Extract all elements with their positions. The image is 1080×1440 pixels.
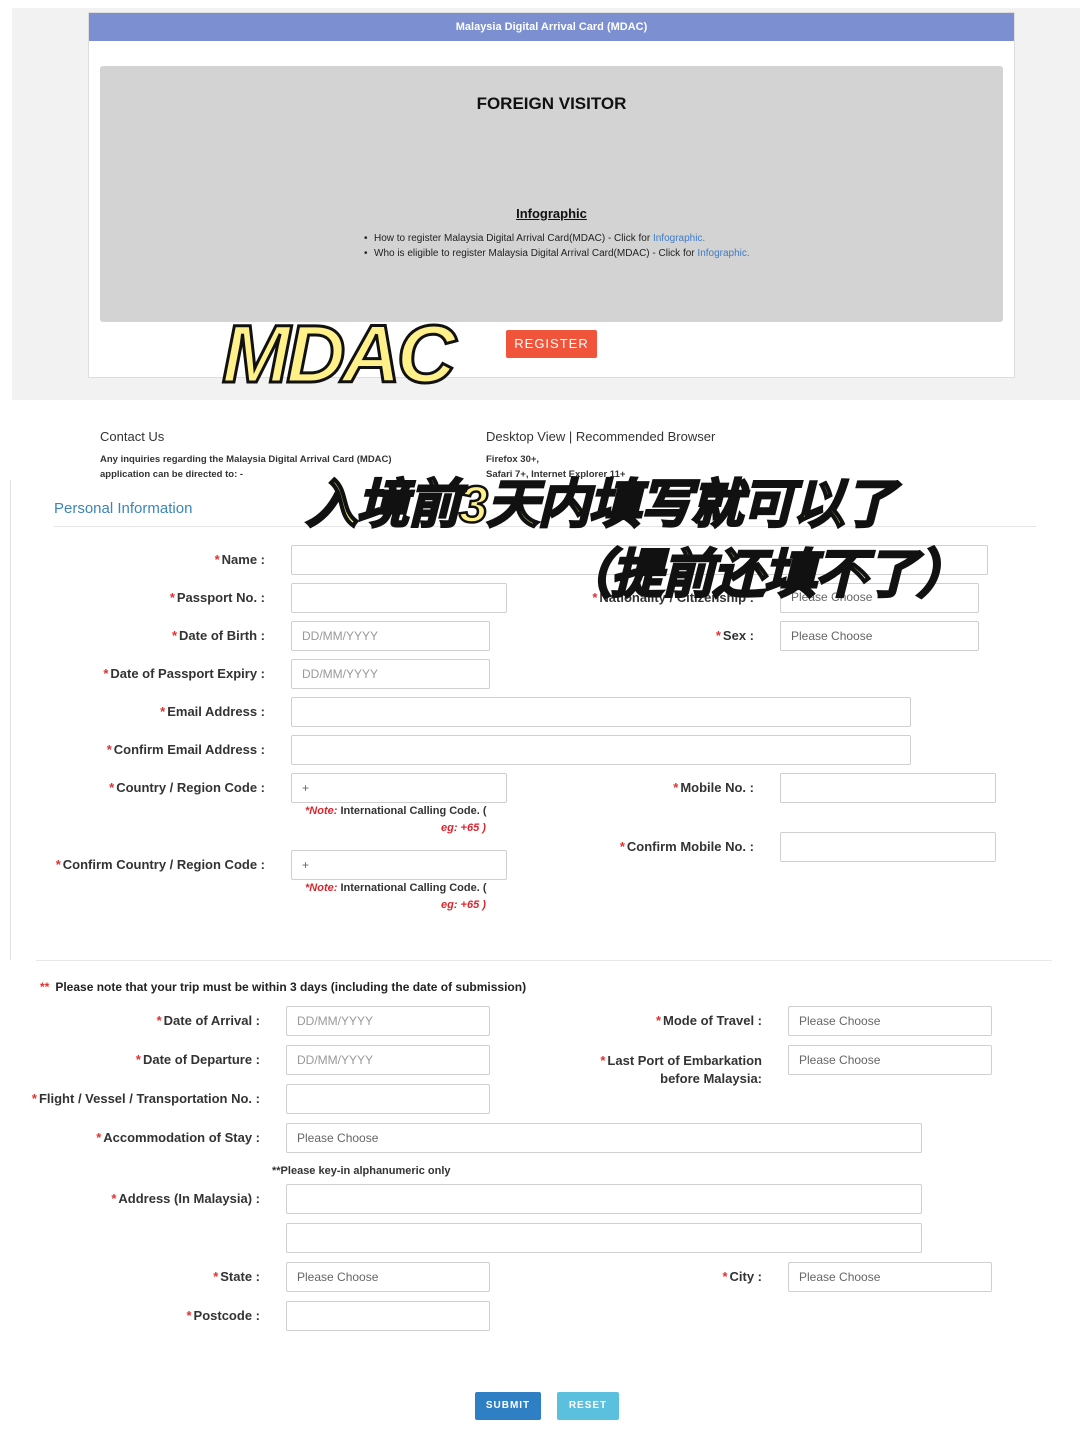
last-port-select[interactable]: Please Choose	[788, 1045, 992, 1075]
reset-button[interactable]: RESET	[557, 1392, 619, 1420]
last-port-label: * Last Port of Embarkation before Malaysi…	[600, 1053, 762, 1086]
divider	[36, 960, 1052, 961]
state-label: * State :	[213, 1269, 260, 1284]
sex-select[interactable]: Please Choose	[780, 621, 979, 651]
desktop-view-title: Desktop View | Recommended Browser	[486, 429, 716, 444]
alphanumeric-note: **Please key-in alphanumeric only	[272, 1165, 451, 1177]
departure-date-input[interactable]: DD/MM/YYYY	[286, 1045, 490, 1075]
register-button[interactable]: REGISTER	[506, 330, 597, 358]
contact-title: Contact Us	[100, 429, 165, 444]
confirm-mobile-input[interactable]	[780, 832, 996, 862]
arrival-date-input[interactable]: DD/MM/YYYY	[286, 1006, 490, 1036]
calling-code-example: eg: +65 )	[441, 899, 486, 911]
state-select[interactable]: Please Choose	[286, 1262, 490, 1292]
bullet-icon: •	[364, 248, 368, 259]
page-title: FOREIGN VISITOR	[476, 94, 627, 113]
travel-mode-select[interactable]: Please Choose	[788, 1006, 992, 1036]
list-item: • How to register Malaysia Digital Arriva…	[364, 233, 706, 244]
trip-window-note: ** Please note that your trip must be wit…	[40, 980, 527, 994]
passport-input[interactable]	[291, 583, 507, 613]
infographic-link[interactable]: Infographic.	[653, 233, 705, 244]
address-line1-input[interactable]	[286, 1184, 922, 1214]
confirm-country-code-input[interactable]: +	[291, 850, 507, 880]
confirm-email-input[interactable]	[291, 735, 911, 765]
infographic-link[interactable]: Infographic.	[697, 248, 749, 259]
passport-expiry-label: * Date of Passport Expiry :	[103, 666, 265, 681]
mdac-overlay-text: MDAC	[221, 308, 458, 402]
caption-overlay-line1: 入境前3天内填写就可以了	[305, 475, 897, 536]
dob-label: * Date of Birth :	[171, 628, 265, 643]
panel-header: Malaysia Digital Arrival Card (MDAC)	[89, 13, 1014, 41]
address-line2-input[interactable]	[286, 1223, 922, 1253]
travel-mode-label: * Mode of Travel :	[655, 1013, 762, 1028]
sex-label: * Sex :	[715, 628, 754, 643]
postcode-input[interactable]	[286, 1301, 490, 1331]
caption-overlay-line2: （提前还填不了）	[559, 545, 971, 606]
divider	[10, 480, 11, 960]
confirm-mobile-label: * Confirm Mobile No. :	[619, 839, 754, 854]
accommodation-label: * Accommodation of Stay :	[96, 1130, 260, 1145]
section-title: Personal Information	[54, 500, 193, 517]
infographic-list: • How to register Malaysia Digital Arriva…	[364, 231, 750, 261]
bullet-icon: •	[364, 233, 368, 244]
address-label: * Address (In Malaysia) :	[111, 1191, 260, 1206]
flight-number-label: * Flight / Vessel / Transportation No. :	[31, 1091, 260, 1106]
calling-code-example: eg: +65 )	[441, 822, 486, 834]
email-input[interactable]	[291, 697, 911, 727]
city-label: * City :	[722, 1269, 762, 1284]
submit-button[interactable]: SUBMIT	[475, 1392, 541, 1420]
calling-code-note: *Note: International Calling Code. (	[305, 882, 487, 894]
confirm-country-code-label: * Confirm Country / Region Code :	[55, 857, 265, 872]
passport-label: * Passport No. :	[169, 590, 265, 605]
departure-date-label: * Date of Departure :	[135, 1052, 260, 1067]
confirm-email-label: * Confirm Email Address :	[106, 742, 265, 757]
arrival-date-label: * Date of Arrival :	[156, 1013, 260, 1028]
name-label: * Name :	[214, 552, 265, 567]
calling-code-note: *Note: International Calling Code. (	[305, 805, 487, 817]
postcode-label: * Postcode :	[186, 1308, 260, 1323]
email-label: * Email Address :	[160, 704, 265, 719]
mobile-label: * Mobile No. :	[673, 780, 754, 795]
flight-number-input[interactable]	[286, 1084, 490, 1114]
accommodation-select[interactable]: Please Choose	[286, 1123, 922, 1153]
country-code-label: * Country / Region Code :	[109, 780, 265, 795]
infographic-title: Infographic	[516, 206, 587, 221]
country-code-input[interactable]: +	[291, 773, 507, 803]
dob-input[interactable]: DD/MM/YYYY	[291, 621, 490, 651]
mobile-input[interactable]	[780, 773, 996, 803]
list-item: • Who is eligible to register Malaysia Di…	[364, 248, 750, 259]
passport-expiry-input[interactable]: DD/MM/YYYY	[291, 659, 490, 689]
city-select[interactable]: Please Choose	[788, 1262, 992, 1292]
